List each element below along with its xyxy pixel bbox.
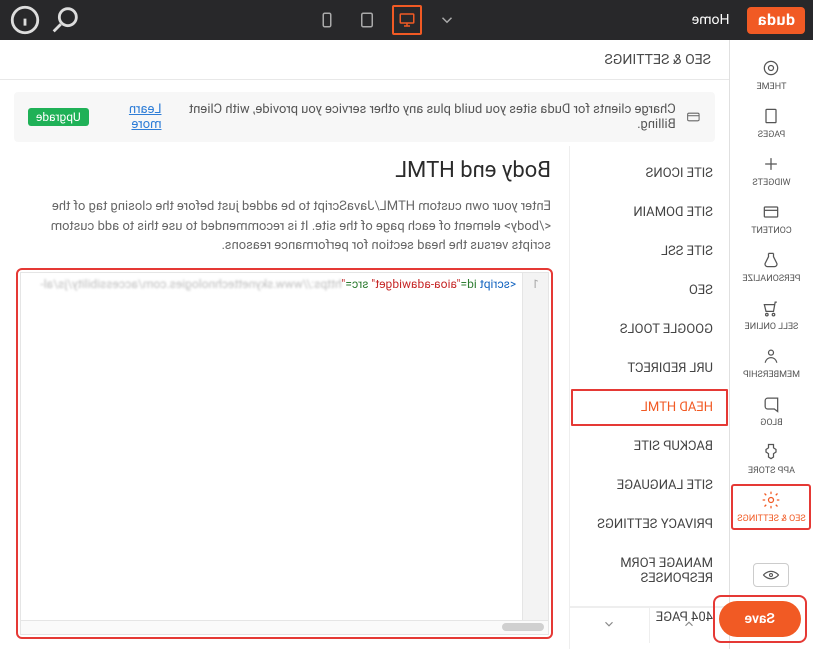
code-scrollbar[interactable]: [20, 621, 549, 635]
settings-item-privacy[interactable]: PRIVACY SETTINGS: [570, 505, 729, 544]
sidebar-item-pages[interactable]: PAGES: [732, 100, 812, 146]
settings-item-site-language[interactable]: SITE LANGUAGE: [570, 466, 729, 505]
learn-more-link[interactable]: Learn more: [99, 102, 162, 132]
sidebar-item-blog[interactable]: BLOG: [732, 388, 812, 434]
breadcrumb: SEO & SETTINGS: [0, 40, 729, 80]
sidebar-item-appstore[interactable]: APP STORE: [732, 436, 812, 482]
code-editor[interactable]: 1 <script id="aioa-adawidget" src="https…: [18, 270, 551, 638]
preview-icon[interactable]: [754, 563, 790, 587]
main-sidebar: THEME PAGES WIDGETS CONTENT PERSONALIZE …: [729, 40, 813, 649]
settings-item-seo[interactable]: SEO: [570, 271, 729, 310]
settings-item-site-domain[interactable]: SITE DOMAIN: [570, 193, 729, 232]
sidebar-item-membership[interactable]: MEMBERSHIP: [732, 340, 812, 386]
settings-scroll-down[interactable]: [570, 607, 649, 643]
page-selector[interactable]: Home: [692, 12, 730, 28]
upgrade-banner: Charge clients for Duda sites you build …: [14, 92, 715, 142]
info-icon[interactable]: [8, 3, 42, 37]
sidebar-item-content[interactable]: CONTENT: [732, 196, 812, 242]
sidebar-item-theme[interactable]: THEME: [732, 52, 812, 98]
device-tablet-icon[interactable]: [350, 3, 384, 37]
sidebar-item-widgets[interactable]: WIDGETS: [732, 148, 812, 194]
brand-logo: duda: [747, 7, 805, 34]
settings-item-site-icons[interactable]: SITE ICONS: [570, 154, 729, 193]
settings-item-site-ssl[interactable]: SITE SSL: [570, 232, 729, 271]
sidebar-item-personalize[interactable]: PERSONALIZE: [732, 244, 812, 290]
device-desktop-icon[interactable]: [390, 3, 424, 37]
content-description: Enter your own custom HTML/JavaScript to…: [18, 197, 551, 256]
settings-item-backup-site[interactable]: BACKUP SITE: [570, 427, 729, 466]
settings-item-google-tools[interactable]: GOOGLE TOOLS: [570, 310, 729, 349]
sidebar-item-sell[interactable]: SELL ONLINE: [732, 292, 812, 338]
sidebar-item-seo-settings[interactable]: SEO & SETTINGS: [732, 484, 812, 530]
billing-icon: [686, 109, 701, 125]
device-chevron-icon[interactable]: [430, 3, 464, 37]
save-button[interactable]: Save: [719, 601, 801, 637]
search-icon[interactable]: [48, 3, 82, 37]
code-gutter: 1: [522, 273, 548, 621]
settings-item-form-responses[interactable]: MANAGE FORM RESPONSES: [570, 544, 729, 598]
code-line[interactable]: <script id="aioa-adawidget" src="https:/…: [34, 273, 522, 621]
upgrade-badge[interactable]: Upgrade: [28, 108, 89, 126]
settings-item-url-redirect[interactable]: URL REDIRECT: [570, 349, 729, 388]
banner-text: Charge clients for Duda sites you build …: [171, 102, 675, 132]
settings-item-head-html[interactable]: HEAD HTML: [570, 388, 729, 427]
content-title: Body end HTML: [18, 158, 551, 183]
settings-nav: SITE ICONS SITE DOMAIN SITE SSL SEO GOOG…: [569, 146, 729, 649]
device-mobile-icon[interactable]: [310, 3, 344, 37]
